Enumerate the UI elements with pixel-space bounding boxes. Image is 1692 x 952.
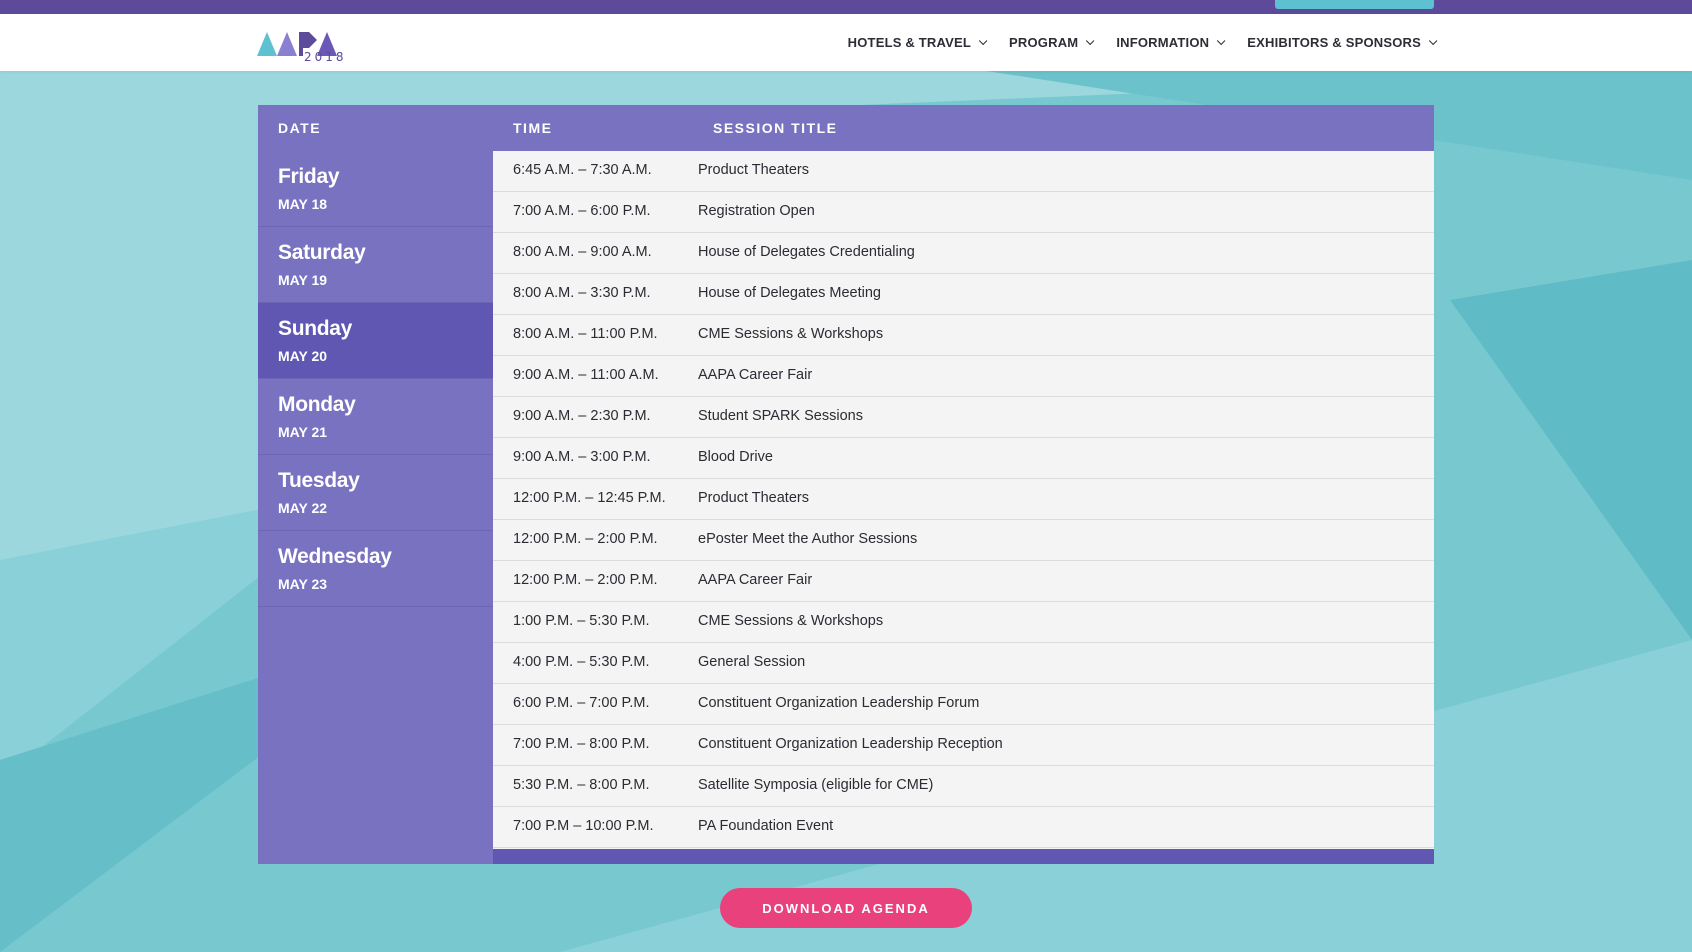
nav-program[interactable]: PROGRAM — [1009, 35, 1095, 50]
session-title: Satellite Symposia (eligible for CME) — [698, 777, 934, 793]
session-title: House of Delegates Credentialing — [698, 244, 915, 260]
session-row: 1:00 P.M. – 5:30 P.M. CME Sessions & Work… — [493, 602, 1434, 643]
top-utility-bar — [0, 0, 1692, 14]
session-title: Student SPARK Sessions — [698, 408, 863, 424]
header-time: TIME — [513, 120, 553, 136]
nav-exhibitors-sponsors[interactable]: EXHIBITORS & SPONSORS — [1247, 35, 1438, 50]
day-tab-tuesday[interactable]: Tuesday MAY 22 — [258, 455, 493, 531]
agenda-table: DATE TIME SESSION TITLE Friday MAY 18 Satu… — [258, 105, 1434, 864]
chevron-down-icon — [1428, 36, 1438, 45]
nav-information[interactable]: INFORMATION — [1116, 35, 1226, 50]
header-session-title: SESSION TITLE — [713, 120, 838, 136]
day-tab-monday[interactable]: Monday MAY 21 — [258, 379, 493, 455]
day-name: Wednesday — [278, 545, 392, 568]
session-row: 12:00 P.M. – 2:00 P.M. AAPA Career Fair — [493, 561, 1434, 602]
day-date: MAY 23 — [278, 576, 328, 592]
day-date: MAY 22 — [278, 500, 328, 516]
session-title: Product Theaters — [698, 162, 809, 178]
topbar-cta-button[interactable] — [1275, 0, 1434, 9]
nav-label: PROGRAM — [1009, 35, 1079, 50]
session-time: 12:00 P.M. – 2:00 P.M. — [513, 572, 658, 588]
session-row: 6:45 A.M. – 7:30 A.M. Product Theaters — [493, 151, 1434, 192]
session-title: Constituent Organization Leadership Rece… — [698, 736, 1003, 752]
session-row: 7:00 P.M – 10:00 P.M. PA Foundation Event — [493, 807, 1434, 848]
session-row: 12:00 P.M. – 2:00 P.M. ePoster Meet the A… — [493, 520, 1434, 561]
session-row: 9:00 A.M. – 11:00 A.M. AAPA Career Fair — [493, 356, 1434, 397]
session-title: AAPA Career Fair — [698, 572, 813, 588]
session-title: CME Sessions & Workshops — [698, 613, 884, 629]
agenda-header-row: DATE TIME SESSION TITLE — [258, 105, 1434, 151]
site-header: 2018 HOTELS & TRAVEL PROGRAM INFORMATION… — [0, 14, 1692, 71]
session-row: 5:30 P.M. – 8:00 P.M. Satellite Symposia … — [493, 766, 1434, 807]
day-date: MAY 18 — [278, 196, 328, 212]
session-time: 4:00 P.M. – 5:30 P.M. — [513, 654, 650, 670]
session-row: 6:00 P.M. – 7:00 P.M. Constituent Organiz… — [493, 684, 1434, 725]
nav-label: EXHIBITORS & SPONSORS — [1247, 35, 1421, 50]
nav-label: INFORMATION — [1116, 35, 1210, 50]
session-time: 9:00 A.M. – 3:00 P.M. — [513, 449, 651, 465]
session-time: 9:00 A.M. – 2:30 P.M. — [513, 408, 651, 424]
session-time: 6:45 A.M. – 7:30 A.M. — [513, 162, 652, 178]
session-title: Constituent Organization Leadership Foru… — [698, 695, 980, 711]
session-row: 8:00 A.M. – 9:00 A.M. House of Delegates … — [493, 233, 1434, 274]
session-row: 4:00 P.M. – 5:30 P.M. General Session — [493, 643, 1434, 684]
session-row: 8:00 A.M. – 3:30 P.M. House of Delegates … — [493, 274, 1434, 315]
session-time: 7:00 A.M. – 6:00 P.M. — [513, 203, 651, 219]
chevron-down-icon — [978, 36, 988, 45]
day-name: Sunday — [278, 317, 353, 340]
session-time: 8:00 A.M. – 9:00 A.M. — [513, 244, 652, 260]
session-list-footer — [493, 849, 1434, 864]
day-tab-wednesday[interactable]: Wednesday MAY 23 — [258, 531, 493, 607]
chevron-down-icon — [1217, 36, 1226, 45]
day-name: Monday — [278, 393, 356, 416]
day-date: MAY 21 — [278, 424, 328, 440]
session-title: Product Theaters — [698, 490, 809, 506]
session-row: 9:00 A.M. – 3:00 P.M. Blood Drive — [493, 438, 1434, 479]
session-time: 5:30 P.M. – 8:00 P.M. — [513, 777, 650, 793]
session-time: 8:00 A.M. – 3:30 P.M. — [513, 285, 651, 301]
nav-hotels-travel[interactable]: HOTELS & TRAVEL — [847, 35, 988, 50]
day-tabs: Friday MAY 18 Saturday MAY 19 Sunday MAY 20 Mo… — [258, 151, 493, 864]
session-title: CME Sessions & Workshops — [698, 326, 884, 342]
day-tab-saturday[interactable]: Saturday MAY 19 — [258, 227, 493, 303]
session-time: 7:00 P.M. – 8:00 P.M. — [513, 736, 650, 752]
day-tab-friday[interactable]: Friday MAY 18 — [258, 151, 493, 227]
session-time: 9:00 A.M. – 11:00 A.M. — [513, 367, 659, 383]
session-time: 7:00 P.M – 10:00 P.M. — [513, 818, 654, 834]
session-row: 7:00 P.M. – 8:00 P.M. Constituent Organiz… — [493, 725, 1434, 766]
chevron-down-icon — [1086, 36, 1095, 45]
session-title: PA Foundation Event — [698, 818, 834, 834]
session-time: 12:00 P.M. – 2:00 P.M. — [513, 531, 658, 547]
session-list: 6:45 A.M. – 7:30 A.M. Product Theaters 7:0… — [493, 151, 1434, 864]
logo-year: 2018 — [304, 50, 347, 64]
session-row: 7:00 A.M. – 6:00 P.M. Registration Open — [493, 192, 1434, 233]
nav-label: HOTELS & TRAVEL — [847, 35, 972, 50]
session-title: General Session — [698, 654, 806, 670]
day-tab-sunday[interactable]: Sunday MAY 20 — [258, 303, 493, 379]
session-time: 12:00 P.M. – 12:45 P.M. — [513, 490, 666, 506]
header-date: DATE — [278, 120, 322, 136]
day-name: Saturday — [278, 241, 366, 264]
day-name: Tuesday — [278, 469, 360, 492]
session-time: 1:00 P.M. – 5:30 P.M. — [513, 613, 650, 629]
download-agenda-button[interactable]: DOWNLOAD AGENDA — [720, 888, 972, 928]
session-time: 8:00 A.M. – 11:00 P.M. — [513, 326, 658, 342]
main-nav: HOTELS & TRAVEL PROGRAM INFORMATION EXHI… — [823, 14, 1438, 71]
session-title: House of Delegates Meeting — [698, 285, 881, 301]
session-title: ePoster Meet the Author Sessions — [698, 531, 918, 547]
session-row: 8:00 A.M. – 11:00 P.M. CME Sessions & Wor… — [493, 315, 1434, 356]
session-row: 12:00 P.M. – 12:45 P.M. Product Theaters — [493, 479, 1434, 520]
session-title: Registration Open — [698, 203, 815, 219]
day-date: MAY 19 — [278, 272, 328, 288]
session-title: AAPA Career Fair — [698, 367, 813, 383]
day-name: Friday — [278, 165, 340, 188]
day-date: MAY 20 — [278, 348, 328, 364]
session-time: 6:00 P.M. – 7:00 P.M. — [513, 695, 650, 711]
session-row: 9:00 A.M. – 2:30 P.M. Student SPARK Sessi… — [493, 397, 1434, 438]
session-title: Blood Drive — [698, 449, 773, 465]
